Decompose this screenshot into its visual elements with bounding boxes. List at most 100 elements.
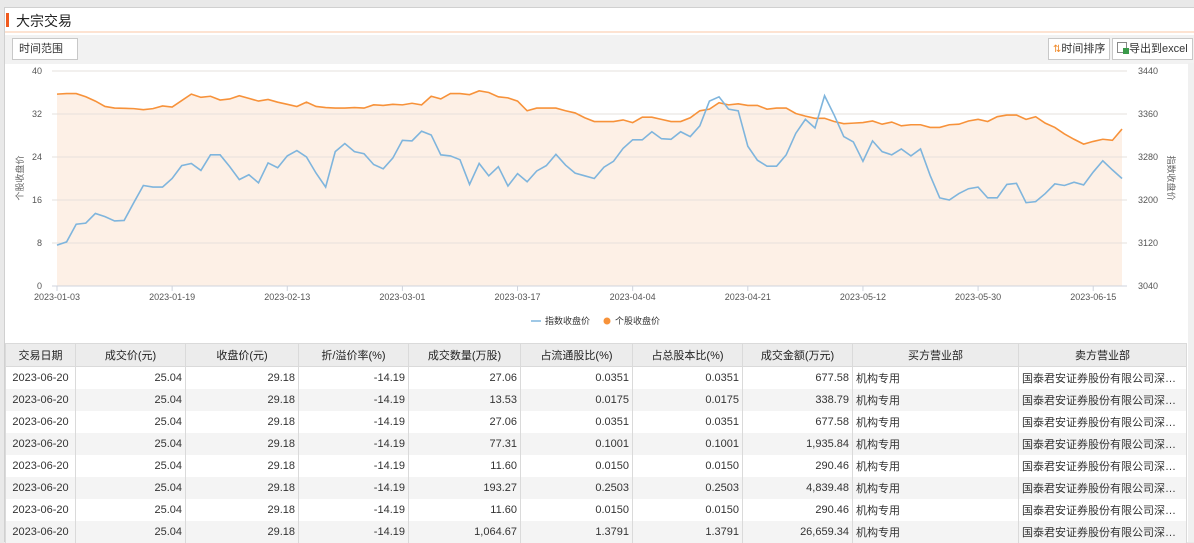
table-row[interactable]: 2023-06-2025.0429.18-14.1977.310.10010.1…	[6, 433, 1187, 455]
table-cell: 27.06	[409, 367, 521, 389]
table-cell: 2023-06-20	[6, 499, 76, 521]
table-cell: 0.0150	[521, 499, 633, 521]
table-cell: 290.46	[743, 455, 853, 477]
right-axis-tick: 3440	[1138, 66, 1158, 76]
table-row[interactable]: 2023-06-2025.0429.18-14.1913.530.01750.0…	[6, 389, 1187, 411]
table-cell: 国泰君安证券股份有限公司深圳香...	[1019, 411, 1187, 433]
table-header-row: 交易日期成交价(元)收盘价(元)折/溢价率(%)成交数量(万股)占流通股比(%)…	[6, 344, 1187, 367]
table-cell: 1.3791	[633, 521, 743, 543]
table-cell: 25.04	[76, 367, 186, 389]
left-axis-tick: 32	[32, 109, 42, 119]
x-axis-tick: 2023-06-15	[1070, 292, 1116, 302]
column-header[interactable]: 收盘价(元)	[186, 344, 299, 367]
table-row[interactable]: 2023-06-2025.0429.18-14.1927.060.03510.0…	[6, 367, 1187, 389]
column-header[interactable]: 交易日期	[6, 344, 76, 367]
column-header[interactable]: 占流通股比(%)	[521, 344, 633, 367]
table-cell: 27.06	[409, 411, 521, 433]
table-cell: 25.04	[76, 455, 186, 477]
table-cell: 2023-06-20	[6, 389, 76, 411]
x-axis-tick: 2023-05-12	[840, 292, 886, 302]
x-axis-tick: 2023-01-19	[149, 292, 195, 302]
left-axis-tick: 16	[32, 195, 42, 205]
table-cell: 机构专用	[853, 455, 1019, 477]
table-row[interactable]: 2023-06-2025.0429.18-14.191,064.671.3791…	[6, 521, 1187, 543]
table-cell: 0.0175	[633, 389, 743, 411]
table-cell: 29.18	[186, 411, 299, 433]
table-cell: 0.0175	[521, 389, 633, 411]
left-axis-tick: 0	[37, 281, 42, 291]
legend-stock-dot-icon	[604, 318, 611, 325]
table-cell: -14.19	[299, 433, 409, 455]
vertical-scrollbar[interactable]	[1188, 63, 1194, 542]
x-axis-tick: 2023-02-13	[264, 292, 310, 302]
table-cell: 0.0351	[521, 411, 633, 433]
table-cell: 国泰君安证券股份有限公司深圳香...	[1019, 499, 1187, 521]
table-cell: 77.31	[409, 433, 521, 455]
table-row[interactable]: 2023-06-2025.0429.18-14.1911.600.01500.0…	[6, 499, 1187, 521]
column-header[interactable]: 卖方营业部	[1019, 344, 1187, 367]
table-cell: 2023-06-20	[6, 367, 76, 389]
table-cell: 13.53	[409, 389, 521, 411]
right-axis-tick: 3280	[1138, 152, 1158, 162]
table-cell: 机构专用	[853, 521, 1019, 543]
x-axis-tick: 2023-04-21	[725, 292, 771, 302]
table-cell: 国泰君安证券股份有限公司深圳香...	[1019, 521, 1187, 543]
column-header[interactable]: 占总股本比(%)	[633, 344, 743, 367]
table-cell: -14.19	[299, 411, 409, 433]
table-cell: 29.18	[186, 389, 299, 411]
legend-stock-label: 个股收盘价	[615, 315, 660, 326]
table-cell: -14.19	[299, 455, 409, 477]
table-cell: 677.58	[743, 367, 853, 389]
x-axis-tick: 2023-04-04	[610, 292, 656, 302]
table-cell: 25.04	[76, 499, 186, 521]
block-trade-table: 交易日期成交价(元)收盘价(元)折/溢价率(%)成交数量(万股)占流通股比(%)…	[5, 343, 1187, 543]
table-cell: 机构专用	[853, 411, 1019, 433]
table-cell: 0.2503	[633, 477, 743, 499]
table-cell: 2023-06-20	[6, 477, 76, 499]
left-axis-tick: 40	[32, 66, 42, 76]
right-axis-tick: 3040	[1138, 281, 1158, 291]
table-cell: 机构专用	[853, 367, 1019, 389]
table-cell: 机构专用	[853, 499, 1019, 521]
table-cell: -14.19	[299, 477, 409, 499]
legend-index-label: 指数收盘价	[545, 315, 590, 326]
table-cell: 2023-06-20	[6, 411, 76, 433]
table-cell: 25.04	[76, 411, 186, 433]
table-cell: 1,935.84	[743, 433, 853, 455]
table-cell: 11.60	[409, 455, 521, 477]
right-axis-tick: 3200	[1138, 195, 1158, 205]
table-cell: 290.46	[743, 499, 853, 521]
x-axis-tick: 2023-03-01	[379, 292, 425, 302]
table-cell: 机构专用	[853, 389, 1019, 411]
table-cell: 193.27	[409, 477, 521, 499]
column-header[interactable]: 成交价(元)	[76, 344, 186, 367]
table-cell: -14.19	[299, 389, 409, 411]
right-axis-title: 指数收盘价	[1166, 155, 1177, 200]
column-header[interactable]: 成交金额(万元)	[743, 344, 853, 367]
table-row[interactable]: 2023-06-2025.0429.18-14.19193.270.25030.…	[6, 477, 1187, 499]
table-cell: 25.04	[76, 521, 186, 543]
table-cell: 国泰君安证券股份有限公司深圳香...	[1019, 455, 1187, 477]
table-cell: 0.0150	[633, 455, 743, 477]
table-cell: 29.18	[186, 367, 299, 389]
table-cell: 1.3791	[521, 521, 633, 543]
table-cell: 29.18	[186, 433, 299, 455]
table-cell: 2023-06-20	[6, 455, 76, 477]
column-header[interactable]: 折/溢价率(%)	[299, 344, 409, 367]
table-row[interactable]: 2023-06-2025.0429.18-14.1927.060.03510.0…	[6, 411, 1187, 433]
table-cell: 25.04	[76, 389, 186, 411]
table-cell: 11.60	[409, 499, 521, 521]
table-cell: 29.18	[186, 477, 299, 499]
table-cell: 25.04	[76, 477, 186, 499]
table-cell: 0.0351	[633, 367, 743, 389]
table-cell: 0.2503	[521, 477, 633, 499]
table-cell: 338.79	[743, 389, 853, 411]
price-chart: 08162432403040312032003280336034402023-0…	[0, 0, 1194, 342]
table-cell: 29.18	[186, 521, 299, 543]
left-axis-tick: 8	[37, 238, 42, 248]
column-header[interactable]: 成交数量(万股)	[409, 344, 521, 367]
column-header[interactable]: 买方营业部	[853, 344, 1019, 367]
table-cell: 机构专用	[853, 477, 1019, 499]
table-cell: 国泰君安证券股份有限公司深圳香...	[1019, 389, 1187, 411]
table-row[interactable]: 2023-06-2025.0429.18-14.1911.600.01500.0…	[6, 455, 1187, 477]
